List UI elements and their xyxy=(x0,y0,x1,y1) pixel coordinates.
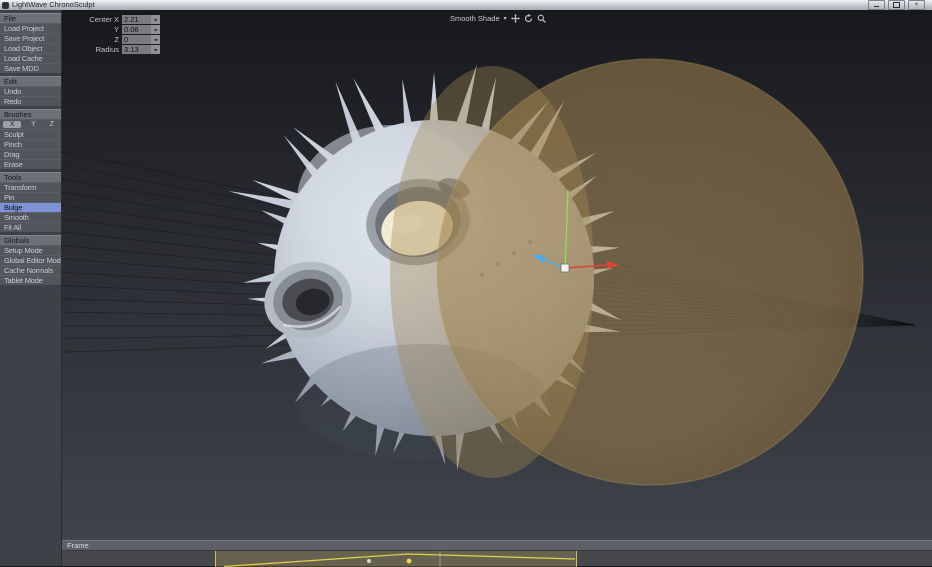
stepper-icon[interactable]: ◂▸ xyxy=(151,25,160,34)
sidebar-item-redo[interactable]: Redo xyxy=(0,96,61,106)
sidebar-item-pin[interactable]: Pin xyxy=(0,192,61,202)
sidebar-item-sculpt[interactable]: Sculpt xyxy=(0,129,61,139)
sidebar-item-transform[interactable]: Transform xyxy=(0,182,61,192)
sidebar-item-load-cache[interactable]: Load Cache xyxy=(0,53,61,63)
maximize-button[interactable] xyxy=(888,0,905,10)
center-y-label: Y xyxy=(75,25,122,34)
section-globals: Globals Setup Mode Global Editor Mode Ca… xyxy=(0,235,61,285)
section-header-tools: Tools xyxy=(0,172,61,182)
sidebar-item-global-editor-mode[interactable]: Global Editor Mode xyxy=(0,255,61,265)
center-z-field[interactable]: 0 ◂▸ xyxy=(122,35,160,44)
minimize-icon xyxy=(874,6,879,7)
section-header-edit: Edit xyxy=(0,76,61,86)
axis-button-x[interactable]: X xyxy=(3,121,21,128)
center-y-value: 0.06 xyxy=(122,25,151,34)
timeline-track[interactable] xyxy=(62,550,932,566)
radius-field[interactable]: 3.13 ◂▸ xyxy=(122,45,160,54)
sidebar-item-fit-all[interactable]: Fit All xyxy=(0,222,61,232)
sidebar-item-bulge[interactable]: Bulge xyxy=(0,202,61,212)
rotate-icon[interactable] xyxy=(524,14,533,23)
app-icon xyxy=(2,2,9,9)
sidebar: File Load Project Save Project Load Obje… xyxy=(0,10,62,566)
frame-bar: Frame xyxy=(62,540,932,550)
pan-icon[interactable] xyxy=(511,14,520,23)
keyframe-dot-selected[interactable] xyxy=(407,559,412,564)
center-y-field[interactable]: 0.06 ◂▸ xyxy=(122,25,160,34)
sidebar-item-undo[interactable]: Undo xyxy=(0,86,61,96)
sidebar-item-erase[interactable]: Erase xyxy=(0,159,61,169)
timeline-curve xyxy=(216,551,576,567)
sidebar-item-load-object[interactable]: Load Object xyxy=(0,43,61,53)
axis-button-y[interactable]: Y xyxy=(24,120,42,129)
stepper-icon[interactable]: ◂▸ xyxy=(151,45,160,54)
stepper-icon[interactable]: ◂▸ xyxy=(151,35,160,44)
timeline-keyframe-region[interactable] xyxy=(215,551,577,567)
viewport-3d[interactable]: Center X 2.21 ◂▸ Y 0.06 ◂▸ Z 0 ◂▸ Radius… xyxy=(62,10,932,540)
chevron-down-icon[interactable]: ▾ xyxy=(504,15,507,22)
minimize-button[interactable] xyxy=(868,0,885,10)
axis-button-z[interactable]: Z xyxy=(43,120,61,129)
zoom-icon[interactable] xyxy=(537,14,546,23)
shade-mode-dropdown[interactable]: Smooth Shade xyxy=(450,14,500,23)
brush-fields: Center X 2.21 ◂▸ Y 0.06 ◂▸ Z 0 ◂▸ Radius… xyxy=(75,14,160,54)
section-edit: Edit Undo Redo xyxy=(0,76,61,106)
sidebar-item-smooth[interactable]: Smooth xyxy=(0,212,61,222)
frame-label: Frame xyxy=(67,541,89,550)
viewport-canvas-art xyxy=(62,10,932,540)
radius-label: Radius xyxy=(75,45,122,54)
section-file: File Load Project Save Project Load Obje… xyxy=(0,13,61,73)
view-toolbar: Smooth Shade ▾ xyxy=(450,14,546,23)
center-x-label: Center X xyxy=(75,15,122,24)
maximize-icon xyxy=(893,2,900,8)
sidebar-item-pinch[interactable]: Pinch xyxy=(0,139,61,149)
close-button[interactable]: × xyxy=(908,0,925,10)
section-tools: Tools Transform Pin Bulge Smooth Fit All xyxy=(0,172,61,232)
axis-button-row: X Y Z xyxy=(0,119,61,129)
radius-value: 3.13 xyxy=(122,45,151,54)
section-header-brushes: Brushes xyxy=(0,109,61,119)
window-title: LightWave ChronoSculpt xyxy=(12,0,95,10)
center-z-value: 0 xyxy=(122,35,151,44)
center-x-value: 2.21 xyxy=(122,15,151,24)
section-header-globals: Globals xyxy=(0,235,61,245)
close-icon: × xyxy=(915,2,919,8)
sidebar-item-save-mdd[interactable]: Save MDD xyxy=(0,63,61,73)
section-brushes: Brushes X Y Z Sculpt Pinch Drag Erase xyxy=(0,109,61,169)
sidebar-item-tablet-mode[interactable]: Tablet Mode xyxy=(0,275,61,285)
sidebar-item-load-project[interactable]: Load Project xyxy=(0,23,61,33)
sidebar-item-setup-mode[interactable]: Setup Mode xyxy=(0,245,61,255)
sidebar-item-drag[interactable]: Drag xyxy=(0,149,61,159)
center-x-field[interactable]: 2.21 ◂▸ xyxy=(122,15,160,24)
keyframe-dot[interactable] xyxy=(367,559,371,563)
center-z-label: Z xyxy=(75,35,122,44)
brush-sphere xyxy=(390,59,863,485)
section-header-file: File xyxy=(0,13,61,23)
sidebar-item-save-project[interactable]: Save Project xyxy=(0,33,61,43)
stepper-icon[interactable]: ◂▸ xyxy=(151,15,160,24)
sidebar-item-cache-normals[interactable]: Cache Normals xyxy=(0,265,61,275)
title-bar: LightWave ChronoSculpt × xyxy=(0,0,932,10)
